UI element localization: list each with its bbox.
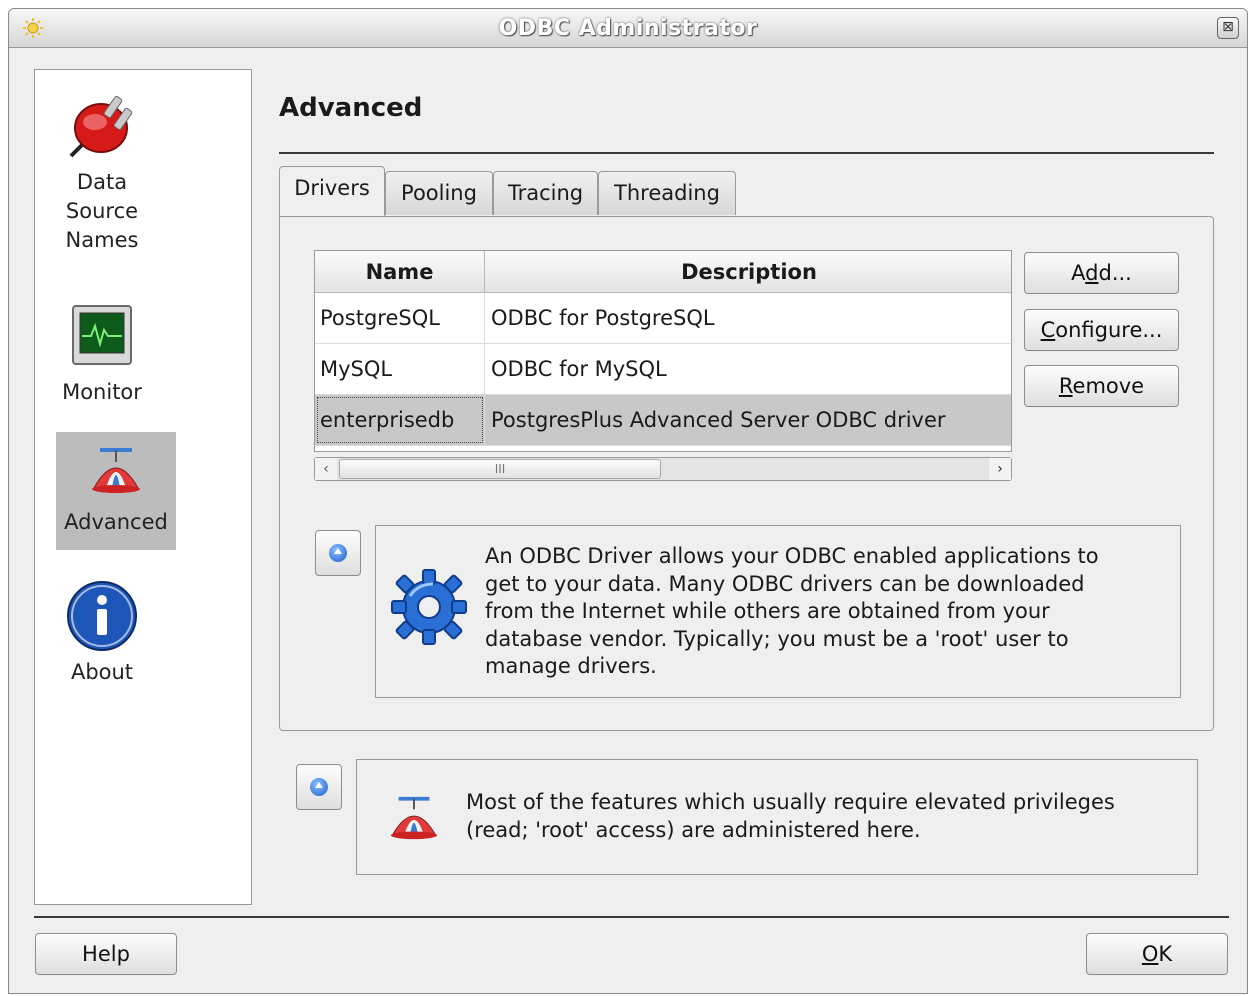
driver-description-cell: ODBC for PostgreSQL xyxy=(491,306,715,330)
sidebar-item-about[interactable]: About xyxy=(35,578,169,687)
plug-icon xyxy=(69,95,133,158)
gear-icon xyxy=(391,569,467,645)
sidebar-item-label: Source xyxy=(65,199,139,223)
page-title: Advanced xyxy=(279,93,423,123)
sidebar-item-advanced[interactable]: Advanced xyxy=(56,432,176,550)
tab-drivers[interactable]: Drivers xyxy=(279,166,385,216)
sidebar-item-label: Advanced xyxy=(64,510,168,534)
sidebar-item-label: Monitor xyxy=(62,380,142,404)
help-button[interactable]: Help xyxy=(35,933,177,975)
collapse-arrow-icon xyxy=(310,778,328,796)
scrollbar-thumb[interactable]: III xyxy=(339,459,661,479)
configure-driver-button[interactable]: Configure... xyxy=(1024,309,1179,351)
collapse-arrow-icon xyxy=(329,544,347,562)
propeller-hat-icon xyxy=(390,796,438,840)
drivers-info-toggle-button[interactable] xyxy=(315,530,361,576)
tab-tracing[interactable]: Tracing xyxy=(493,171,598,215)
close-button[interactable]: ⊠ xyxy=(1217,17,1239,39)
info-icon xyxy=(67,581,137,651)
driver-description-cell: PostgresPlus Advanced Server ODBC driver xyxy=(491,408,946,432)
remove-driver-button[interactable]: Remove xyxy=(1024,365,1179,407)
drivers-info-box: An ODBC Driver allows your ODBC enabled … xyxy=(375,525,1181,698)
driver-description-cell: ODBC for MySQL xyxy=(491,357,667,381)
ok-button[interactable]: OK xyxy=(1086,933,1228,975)
title-bar[interactable]: ODBC Administrator ⊠ xyxy=(9,9,1247,48)
driver-name-cell: enterprisedb xyxy=(315,395,485,445)
table-row-selected[interactable]: enterprisedb PostgresPlus Advanced Serve… xyxy=(315,395,1011,446)
odbc-administrator-window: ODBC Administrator ⊠ Data Source Names M… xyxy=(8,8,1248,994)
table-row[interactable]: PostgreSQL ODBC for PostgreSQL xyxy=(315,293,1011,344)
sidebar-item-label: Data xyxy=(76,170,128,194)
column-header-name[interactable]: Name xyxy=(315,251,485,293)
scroll-left-icon[interactable]: ‹ xyxy=(315,458,337,480)
sidebar-item-monitor[interactable]: Monitor xyxy=(35,300,169,407)
drivers-table[interactable]: Name Description PostgreSQL ODBC for Pos… xyxy=(314,250,1012,452)
sidebar: Data Source Names Monitor Advanced About xyxy=(34,69,252,905)
monitor-icon xyxy=(72,305,132,365)
column-header-description[interactable]: Description xyxy=(485,251,1011,293)
driver-name-cell: PostgreSQL xyxy=(315,293,485,343)
tab-threading[interactable]: Threading xyxy=(598,171,736,215)
table-row[interactable]: MySQL ODBC for MySQL xyxy=(315,344,1011,395)
add-driver-button[interactable]: Add... xyxy=(1024,252,1179,294)
advanced-info-box: Most of the features which usually requi… xyxy=(356,759,1198,875)
sidebar-item-data-source-names[interactable]: Data Source Names xyxy=(35,86,169,255)
advanced-info-toggle-button[interactable] xyxy=(296,764,342,810)
sidebar-item-label: About xyxy=(70,660,134,684)
window-title: ODBC Administrator xyxy=(498,16,758,41)
advanced-info-text: Most of the features which usually requi… xyxy=(466,790,1115,842)
driver-name-cell: MySQL xyxy=(315,344,485,394)
heading-divider xyxy=(279,152,1214,154)
horizontal-scrollbar[interactable]: ‹ III › xyxy=(314,457,1012,481)
drivers-info-text: An ODBC Driver allows your ODBC enabled … xyxy=(485,544,1099,678)
tab-pooling[interactable]: Pooling xyxy=(385,171,493,215)
sidebar-item-label: Names xyxy=(65,228,139,252)
scroll-right-icon[interactable]: › xyxy=(989,458,1011,480)
footer-divider xyxy=(34,916,1229,918)
propeller-hat-icon xyxy=(92,448,140,493)
